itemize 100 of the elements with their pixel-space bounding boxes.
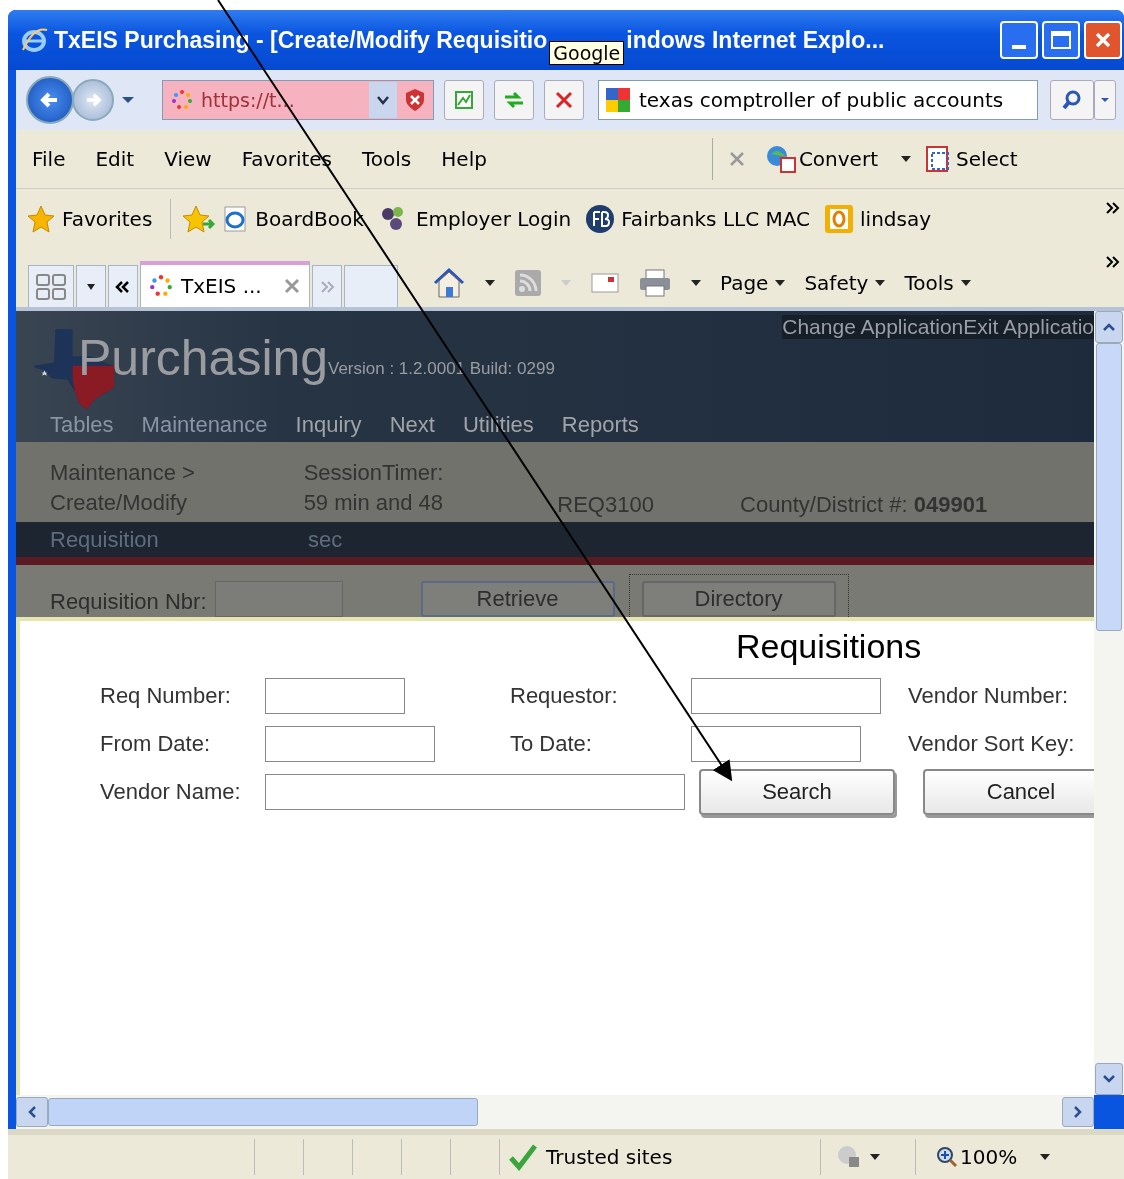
window-title: indows Internet Explo... xyxy=(626,26,885,54)
breadcrumb-text: Requisition xyxy=(50,526,160,553)
minimize-button[interactable] xyxy=(1000,21,1038,59)
menu-item[interactable]: File xyxy=(32,147,66,171)
close-icon[interactable] xyxy=(728,151,745,167)
chart-page-icon xyxy=(453,89,475,111)
forward-button[interactable] xyxy=(72,79,114,121)
session-timer-value: 59 min and 48 xyxy=(303,490,445,516)
favorites-button[interactable]: Favorites xyxy=(26,204,153,234)
checkmark-icon xyxy=(508,1143,538,1171)
search-field[interactable]: texas comptroller of public accounts xyxy=(598,80,1038,120)
dialog-title: Requisitions xyxy=(736,627,923,666)
session-timer-value: sec xyxy=(308,526,343,553)
refresh-button[interactable] xyxy=(494,80,534,120)
close-button[interactable] xyxy=(1084,21,1122,59)
search-button[interactable]: Search xyxy=(699,769,895,815)
field-label: Vendor Sort Key: xyxy=(908,731,1075,757)
command-menu[interactable]: Page xyxy=(720,271,787,295)
vertical-scrollbar[interactable] xyxy=(1094,311,1124,1095)
scroll-tabs-left-button[interactable] xyxy=(108,265,138,307)
quick-tabs-button[interactable] xyxy=(28,265,74,307)
site-icon xyxy=(171,89,193,111)
round-logo-icon xyxy=(585,204,616,234)
favorite-link[interactable]: BoardBook xyxy=(223,205,364,233)
nav-item[interactable]: Utilities xyxy=(462,412,534,438)
input-field[interactable] xyxy=(691,678,881,714)
scroll-down-button[interactable] xyxy=(1095,1063,1123,1095)
zoom-icon xyxy=(936,1146,958,1168)
scroll-thumb[interactable] xyxy=(48,1098,478,1126)
compatibility-button[interactable] xyxy=(444,80,484,120)
close-icon[interactable] xyxy=(283,277,301,295)
search-icon xyxy=(1061,89,1083,111)
district-number: County/District #: 049901 xyxy=(740,492,989,518)
caret-icon xyxy=(874,279,887,287)
zoom-button[interactable]: 100% xyxy=(936,1145,1018,1169)
scroll-up-button[interactable] xyxy=(1095,311,1123,343)
home-icon[interactable] xyxy=(432,267,466,299)
nav-item[interactable]: Inquiry xyxy=(295,412,362,438)
refresh-icon xyxy=(502,89,526,111)
favorite-link[interactable]: lindsay xyxy=(824,204,932,234)
field-label: Requisition Nbr: xyxy=(50,589,207,615)
dropdown-icon[interactable] xyxy=(1039,1153,1052,1161)
nav-item[interactable]: Reports xyxy=(561,412,639,438)
add-favorite-icon[interactable] xyxy=(183,204,216,234)
print-icon[interactable] xyxy=(638,268,672,298)
search-button[interactable] xyxy=(1050,80,1094,120)
menu-item[interactable]: Help xyxy=(441,147,487,171)
command-menu[interactable]: Tools xyxy=(904,271,972,295)
maximize-button[interactable] xyxy=(1042,21,1080,59)
dropdown-icon[interactable] xyxy=(484,279,496,287)
nav-item[interactable]: Next xyxy=(389,412,435,438)
header-link[interactable]: Exit Applicatio xyxy=(963,315,1094,339)
stop-icon xyxy=(554,90,574,110)
double-chevron-icon xyxy=(115,280,131,293)
scroll-left-button[interactable] xyxy=(16,1097,48,1127)
breadcrumb-text: Create/Modify xyxy=(50,490,188,516)
favorite-link[interactable]: Fairbanks LLC MAC xyxy=(585,204,811,234)
header-link[interactable]: Change Application xyxy=(782,315,964,339)
caret-icon xyxy=(1100,96,1110,104)
dropdown-icon[interactable] xyxy=(900,155,912,163)
search-provider-icon xyxy=(605,87,631,113)
browser-tab[interactable]: TxEIS ... xyxy=(140,261,310,307)
site-icon xyxy=(149,274,173,298)
scroll-thumb[interactable] xyxy=(1096,343,1122,631)
grid-icon xyxy=(35,272,67,301)
mail-icon[interactable] xyxy=(590,272,620,294)
dropdown-icon[interactable] xyxy=(690,279,702,287)
horizontal-scrollbar[interactable] xyxy=(16,1095,1094,1129)
command-menu[interactable]: Safety xyxy=(804,271,887,295)
dropdown-icon[interactable] xyxy=(120,95,136,105)
stop-button[interactable] xyxy=(544,80,584,120)
vendor-name-field[interactable] xyxy=(265,774,685,810)
back-button[interactable] xyxy=(26,76,74,124)
input-field[interactable] xyxy=(265,726,435,762)
security-zone-text: Trusted sites xyxy=(546,1145,673,1169)
input-field[interactable] xyxy=(691,726,861,762)
dropdown-icon[interactable] xyxy=(869,1153,881,1161)
double-chevron-icon xyxy=(319,280,335,293)
field-label: Vendor Name: xyxy=(100,779,242,805)
star-icon xyxy=(26,204,56,234)
menu-item[interactable]: Tools xyxy=(362,147,412,171)
field-label: From Date: xyxy=(100,731,212,757)
version-text: Version : 1.2.0001 Build: 0299 xyxy=(328,359,555,378)
cancel-button[interactable]: Cancel xyxy=(923,769,1094,815)
square-logo-icon xyxy=(824,204,855,234)
breadcrumb-text: Maintenance > xyxy=(50,460,196,486)
dropdown-icon[interactable] xyxy=(369,82,397,118)
globe-pdf-icon xyxy=(764,144,797,174)
menu-item[interactable]: View xyxy=(164,147,212,171)
program-code: REQ3100 xyxy=(557,492,655,518)
field-label: Requestor: xyxy=(510,683,619,709)
menu-item[interactable]: Edit xyxy=(95,147,135,171)
convert-button[interactable]: Convert xyxy=(764,144,878,174)
input-field[interactable] xyxy=(265,678,405,714)
field-label: To Date: xyxy=(510,731,593,757)
tab-label: TxEIS ... xyxy=(181,274,262,298)
select-button[interactable]: Select xyxy=(924,143,1018,175)
favorite-link[interactable]: Employer Login xyxy=(377,204,572,234)
requisition-number-field[interactable] xyxy=(214,581,343,617)
scroll-right-button[interactable] xyxy=(1062,1097,1094,1127)
